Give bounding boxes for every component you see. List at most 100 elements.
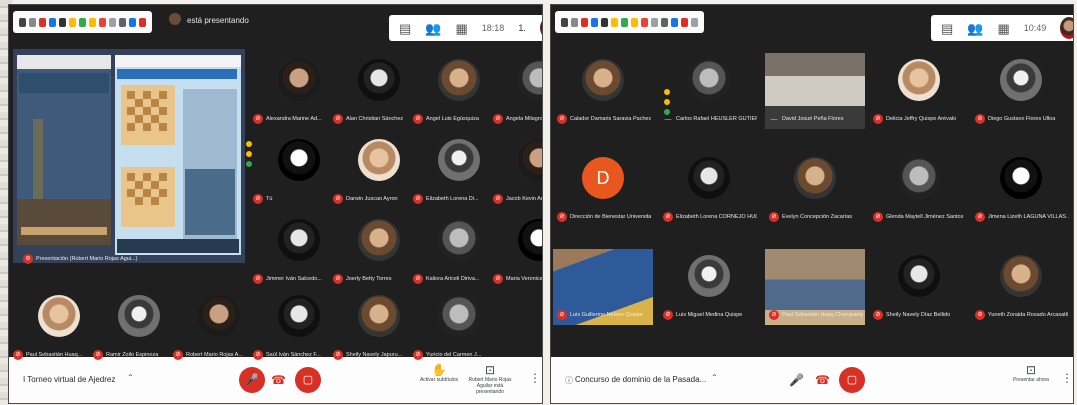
participant-tile[interactable]: ⊘Elizabeth Lorena CORNEJO HUCA... <box>659 151 759 227</box>
info-icon[interactable]: ⓘ <box>565 375 573 386</box>
tab-icon[interactable] <box>29 17 36 27</box>
tab-icon[interactable] <box>99 17 106 27</box>
mic-off-icon: ⊘ <box>413 350 423 360</box>
mic-off-icon: ⊘ <box>975 212 985 222</box>
avatar <box>198 295 240 337</box>
tab-icon[interactable] <box>591 17 598 27</box>
tab-icon[interactable] <box>561 17 568 27</box>
participant-name: Sheily Navely Japuru... <box>346 352 403 358</box>
participant-label: ⊘ Yuricio del Carmen J... <box>413 349 507 361</box>
tab-icon[interactable] <box>109 17 116 27</box>
hand-icon: ✋ <box>431 363 447 377</box>
tab-icon[interactable] <box>571 17 578 27</box>
tab-icon[interactable] <box>621 17 628 27</box>
participant-name: Jimmer Iván Salcedo... <box>266 276 322 282</box>
browser-tabs[interactable] <box>13 11 152 33</box>
participant-tile[interactable]: ⊘ Yuneth Zoraida Rosado Arcasatli <box>971 249 1071 325</box>
participant-tile[interactable]: D ⊘ Dirección de Bienestar Universitario <box>553 151 653 227</box>
participant-name: David Josué Peña Flores <box>782 116 844 122</box>
people-icon[interactable]: 👥 <box>425 22 441 35</box>
more-icon[interactable]: ⋮ <box>529 371 541 385</box>
present-now-button[interactable]: ⊡ Robert Mario Rojas Aguilar está presen… <box>464 363 516 395</box>
doc-icon[interactable]: ▤ <box>399 22 411 35</box>
participant-name: Luis Guillermo Nelson Quispe <box>570 312 643 318</box>
tab-icon[interactable] <box>119 17 126 27</box>
tab-icon[interactable] <box>611 17 618 27</box>
participant-tile[interactable]: — Carlos Rafael HEUSLER GUTIERR... <box>659 53 759 129</box>
tab-icon[interactable] <box>139 17 146 27</box>
mic-button[interactable]: 🎤 <box>789 369 804 391</box>
browser-tabs[interactable] <box>555 11 704 33</box>
screen-share[interactable]: ⊘ Presentación (Robert Mario Rojas Agui.… <box>13 49 245 264</box>
self-avatar[interactable] <box>1060 17 1073 39</box>
participant-tile[interactable]: ⊘ Jimena Lizeth LAGUNA VILLAS... <box>971 151 1071 227</box>
tab-icon[interactable] <box>19 17 26 27</box>
participant-name: Maria Veronica Mo... <box>506 276 543 282</box>
tab-icon[interactable] <box>59 17 66 27</box>
avatar <box>582 59 624 101</box>
end-call-button[interactable]: ☎ <box>271 369 286 391</box>
tab-icon[interactable] <box>79 17 86 27</box>
chat-icon[interactable]: ▦ <box>455 22 467 35</box>
self-avatar[interactable] <box>539 17 542 39</box>
tab-icon[interactable] <box>129 17 136 27</box>
mic-off-button[interactable]: 🎤 <box>239 367 265 393</box>
tab-icon[interactable] <box>631 17 638 27</box>
captions-button[interactable]: ✋ Activar subtítulos <box>419 363 459 383</box>
avatar <box>278 219 320 261</box>
present-label: Presentar ahora <box>1013 377 1049 383</box>
participant-label: ⊘Jacob Kevin Antúnez <box>493 193 542 205</box>
participant-tile[interactable]: ⊘ Yuricio del Carmen J... <box>409 289 509 365</box>
participant-tile[interactable]: ⊘ Calador Damaris Saravia Pacheco <box>553 53 653 129</box>
chessboard-bottom <box>121 167 175 227</box>
screen-share-label-text: Presentación (Robert Mario Rojas Agui...… <box>36 256 138 262</box>
participant-tile[interactable]: ⊘Angela Milagros Díaz <box>489 53 542 129</box>
tab-icon[interactable] <box>651 17 658 27</box>
camera-off-button[interactable]: ▢ <box>839 367 865 393</box>
participant-tile[interactable]: ⊘Jacob Kevin Antúnez <box>489 133 542 209</box>
chevron-up-icon[interactable]: ⌃ <box>127 373 134 382</box>
camera-off-button[interactable]: ▢ <box>295 367 321 393</box>
present-now-button[interactable]: ⊡ Presentar ahora <box>1011 363 1051 383</box>
mic-off-icon: ⊘ <box>557 114 567 124</box>
participant-tile[interactable]: ⊘ Evelyn Concepción Zacarías <box>765 151 865 227</box>
tab-icon[interactable] <box>691 17 698 27</box>
tab-icon[interactable] <box>661 17 668 27</box>
participant-tile[interactable]: ⊘ Glenda Maytell Jiménez Santos <box>869 151 969 227</box>
tab-icon[interactable] <box>39 17 46 27</box>
doc-icon[interactable]: ▤ <box>941 22 953 35</box>
tab-icon[interactable] <box>69 17 76 27</box>
more-icon[interactable]: ⋮ <box>1061 371 1073 385</box>
chevron-up-icon[interactable]: ⌃ <box>711 373 718 382</box>
participant-tile[interactable]: ⊘ Sheily Navely Díaz Bellido <box>869 249 969 325</box>
avatar <box>688 255 730 297</box>
tab-icon[interactable] <box>601 17 608 27</box>
tab-icon[interactable] <box>49 17 56 27</box>
participant-tile[interactable]: ⊘Maria Veronica Mo... <box>489 213 543 289</box>
participant-name: Kaliora Ariceli Diriva... <box>426 276 480 282</box>
participant-label: — Carlos Rafael HEUSLER GUTIERR... <box>663 113 758 125</box>
participant-tile[interactable]: ⊘ Luis Miguel Medina Quispe <box>659 249 759 325</box>
participant-tile[interactable]: ⊘ Diego Gustavo Flores Ulloa <box>971 53 1071 129</box>
participant-tile[interactable]: ⊘ Paul Sebastián Huaq Churupampa <box>765 249 865 325</box>
tab-icon[interactable] <box>89 17 96 27</box>
tab-icon[interactable] <box>641 17 648 27</box>
tab-icon[interactable] <box>681 17 688 27</box>
avatar <box>898 59 940 101</box>
mic-off-icon: ⊘ <box>333 114 343 124</box>
tab-icon[interactable] <box>671 17 678 27</box>
mic-off-icon: ⊘ <box>493 274 503 284</box>
participant-tile[interactable]: ⊘ Delicia Jeffry Quispe Arévalo <box>869 53 969 129</box>
avatar <box>438 139 480 181</box>
avatar <box>358 219 400 261</box>
people-icon[interactable]: 👥 <box>967 22 983 35</box>
avatar <box>278 139 320 181</box>
participant-tile[interactable]: ⊘ Luis Guillermo Nelson Quispe <box>553 249 653 325</box>
end-call-button[interactable]: ☎ <box>815 369 830 391</box>
clock: 10:49 <box>1023 23 1047 33</box>
participant-tile[interactable]: — David Josué Peña Flores <box>765 53 865 129</box>
tab-icon[interactable] <box>581 17 588 27</box>
participant-name: Paul Sebastián Huaq Churupampa <box>782 312 863 318</box>
chat-icon[interactable]: ▦ <box>997 22 1009 35</box>
avatar <box>278 295 320 337</box>
